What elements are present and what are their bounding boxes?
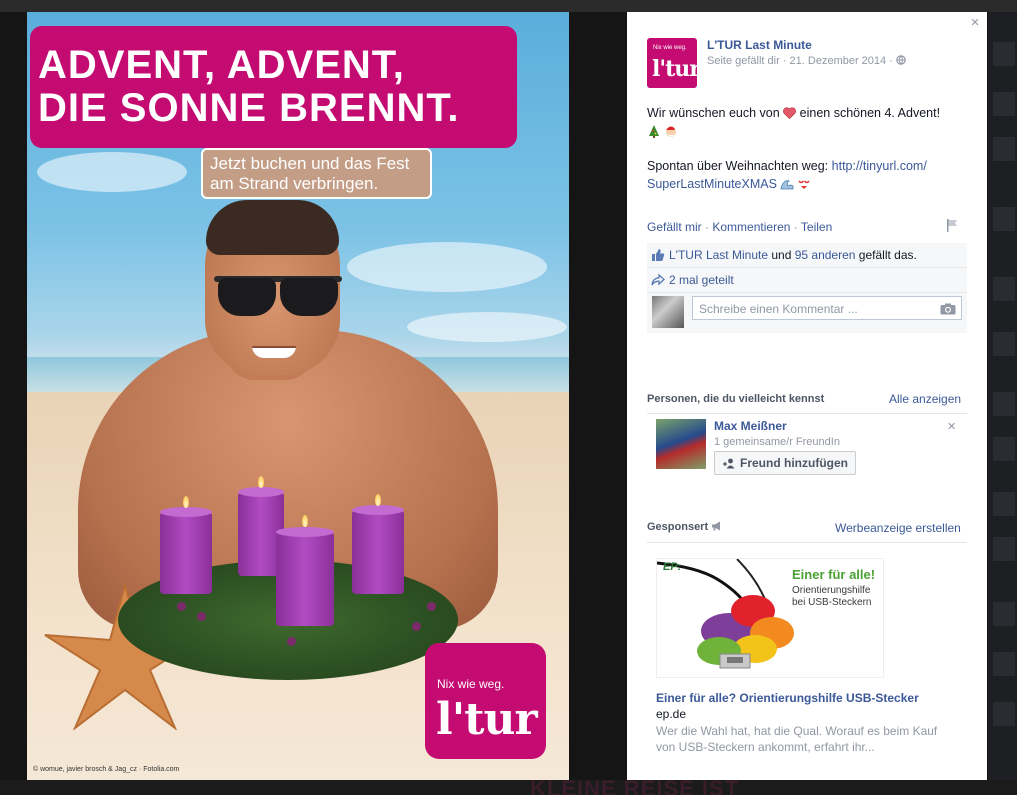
see-all-link[interactable]: Alle anzeigen xyxy=(889,392,961,406)
ad-domain[interactable]: ep.de xyxy=(656,707,686,721)
post-url-link-continued[interactable]: SuperLastMinuteXMAS xyxy=(647,177,777,191)
background-bottom-strip: KLEINE REISE IST xyxy=(0,780,1017,795)
background-topbar xyxy=(0,0,1017,12)
pymk-mutual-friends[interactable]: 1 gemeinsame/r FreundIn xyxy=(714,436,840,448)
background-banner-text: KLEINE REISE IST xyxy=(530,780,740,795)
feedback-box: L'TUR Last Minute und 95 anderen gefällt… xyxy=(647,243,967,333)
candle xyxy=(352,510,404,594)
thumbs-up-icon xyxy=(652,249,665,261)
heart-icon xyxy=(783,107,797,120)
share-arrow-icon xyxy=(651,273,665,286)
sponsored-title: Gesponsert xyxy=(647,521,723,533)
ad-image-sub1: Orientierungshilfe xyxy=(792,585,871,596)
pymk-title: Personen, die du vielleicht kennst xyxy=(647,393,825,405)
post-photo[interactable]: ADVENT, ADVENT, DIE SONNE BRENNT. Jetzt … xyxy=(27,12,569,780)
post-url-link[interactable]: http://tinyurl.com/ xyxy=(832,159,927,173)
pymk-avatar[interactable] xyxy=(656,419,706,469)
background-right-column xyxy=(988,12,1017,780)
pymk-name-link[interactable]: Max Meißner xyxy=(714,419,787,433)
add-friend-button[interactable]: Freund hinzufügen xyxy=(714,451,856,475)
liker-link[interactable]: L'TUR Last Minute xyxy=(669,248,768,262)
other-likers-link[interactable]: 95 anderen xyxy=(795,248,856,262)
dismiss-icon[interactable]: ✕ xyxy=(947,420,956,433)
ad-image-sub2: bei USB-Steckern xyxy=(792,597,872,608)
photo-credit: © womue, javier brosch & Jag_cz · Fotoli… xyxy=(33,766,180,773)
page-avatar[interactable]: Nix wie weg. l'tur xyxy=(647,38,697,88)
christmas-tree-icon xyxy=(649,125,659,138)
comment-button[interactable]: Kommentieren xyxy=(712,220,790,234)
page-name-link[interactable]: L'TUR Last Minute xyxy=(707,38,812,52)
post-meta: Seite gefällt dir · 21. Dezember 2014 · xyxy=(707,55,906,67)
ad-image[interactable]: EP: Einer für alle! Orientierungshilfe b… xyxy=(656,558,884,678)
ad-description: Wer die Wahl hat, hat die Qual. Worauf e… xyxy=(656,724,938,754)
ad-image-title: Einer für alle! xyxy=(792,567,876,582)
camera-icon[interactable] xyxy=(940,303,956,315)
ad-headline-link[interactable]: Einer für alle? Orientierungshilfe USB-S… xyxy=(656,691,919,705)
megaphone-icon xyxy=(712,521,721,531)
logo-word: l'tur xyxy=(436,694,538,745)
close-icon[interactable]: × xyxy=(968,15,982,30)
post-text: Wir wünschen euch von einen schönen 4. A… xyxy=(647,106,941,191)
commenter-avatar xyxy=(652,296,684,328)
like-button[interactable]: Gefällt mir xyxy=(647,220,702,234)
shares-link[interactable]: 2 mal geteilt xyxy=(669,273,734,287)
candle xyxy=(276,532,334,626)
candle xyxy=(160,512,212,594)
share-button[interactable]: Teilen xyxy=(801,220,832,234)
create-ad-link[interactable]: Werbeanzeige erstellen xyxy=(835,521,961,535)
logo-tagline: Nix wie weg. xyxy=(437,677,505,691)
globe-icon[interactable] xyxy=(896,55,906,65)
photo-subheadline: Jetzt buchen und das Fest am Strand verb… xyxy=(210,154,410,193)
ad-brand: EP: xyxy=(663,561,682,573)
add-friend-icon xyxy=(723,458,735,469)
flag-icon[interactable] xyxy=(946,219,958,232)
wave-icon xyxy=(781,180,794,190)
photo-headline: ADVENT, ADVENT, DIE SONNE BRENNT. xyxy=(38,43,460,130)
santa-icon xyxy=(666,126,678,137)
comment-input[interactable]: Schreibe einen Kommentar ... xyxy=(692,296,962,320)
post-actions: Gefällt mir · Kommentieren · Teilen xyxy=(647,220,833,234)
bikini-icon xyxy=(798,180,810,189)
